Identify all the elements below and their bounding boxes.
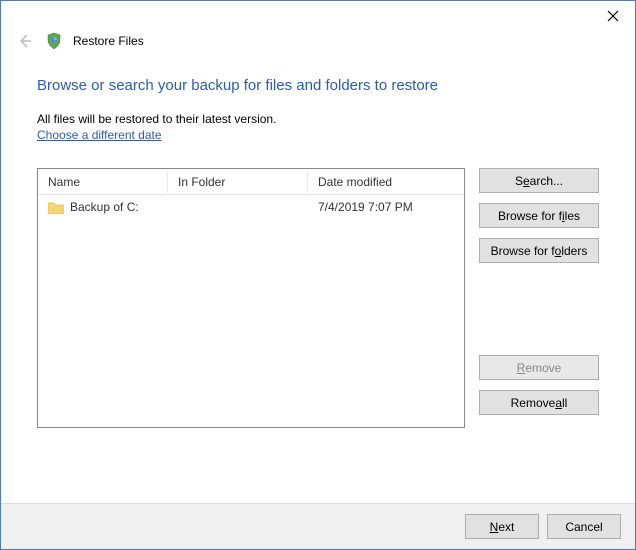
browse-folders-button[interactable]: Browse for folders [479,238,599,263]
shield-icon [45,32,63,50]
content-area: Browse or search your backup for files a… [1,55,635,438]
row-name-text: Backup of C: [70,200,139,214]
window-title: Restore Files [73,34,144,48]
subtext: All files will be restored to their late… [37,112,599,126]
browse-files-button[interactable]: Browse for files [479,203,599,228]
remove-button: Remove [479,355,599,380]
cancel-button[interactable]: Cancel [547,514,621,539]
list-header: Name In Folder Date modified [38,169,464,195]
back-arrow-icon [17,33,33,49]
choose-date-link[interactable]: Choose a different date [37,128,162,142]
next-button[interactable]: Next [465,514,539,539]
list-area: Name In Folder Date modified Backup of C… [37,168,599,428]
row-name-cell: Backup of C: [38,196,168,218]
row-folder-cell [168,203,308,211]
back-button[interactable] [15,31,35,51]
file-listbox[interactable]: Name In Folder Date modified Backup of C… [37,168,465,428]
side-buttons: Search... Browse for files Browse for fo… [479,168,599,415]
titlebar [1,1,635,31]
close-button[interactable] [599,5,627,27]
page-heading: Browse or search your backup for files a… [37,77,599,94]
column-header-name[interactable]: Name [38,171,168,193]
list-row[interactable]: Backup of C: 7/4/2019 7:07 PM [38,195,464,219]
remove-all-button[interactable]: Remove all [479,390,599,415]
button-spacer [479,273,599,345]
header-row: Restore Files [1,31,635,55]
column-header-datemodified[interactable]: Date modified [308,171,464,193]
search-button[interactable]: Search... [479,168,599,193]
folder-icon [48,201,64,214]
footer: Next Cancel [1,503,635,549]
row-date-cell: 7/4/2019 7:07 PM [308,196,464,218]
close-icon [607,10,619,22]
column-header-infolder[interactable]: In Folder [168,171,308,193]
